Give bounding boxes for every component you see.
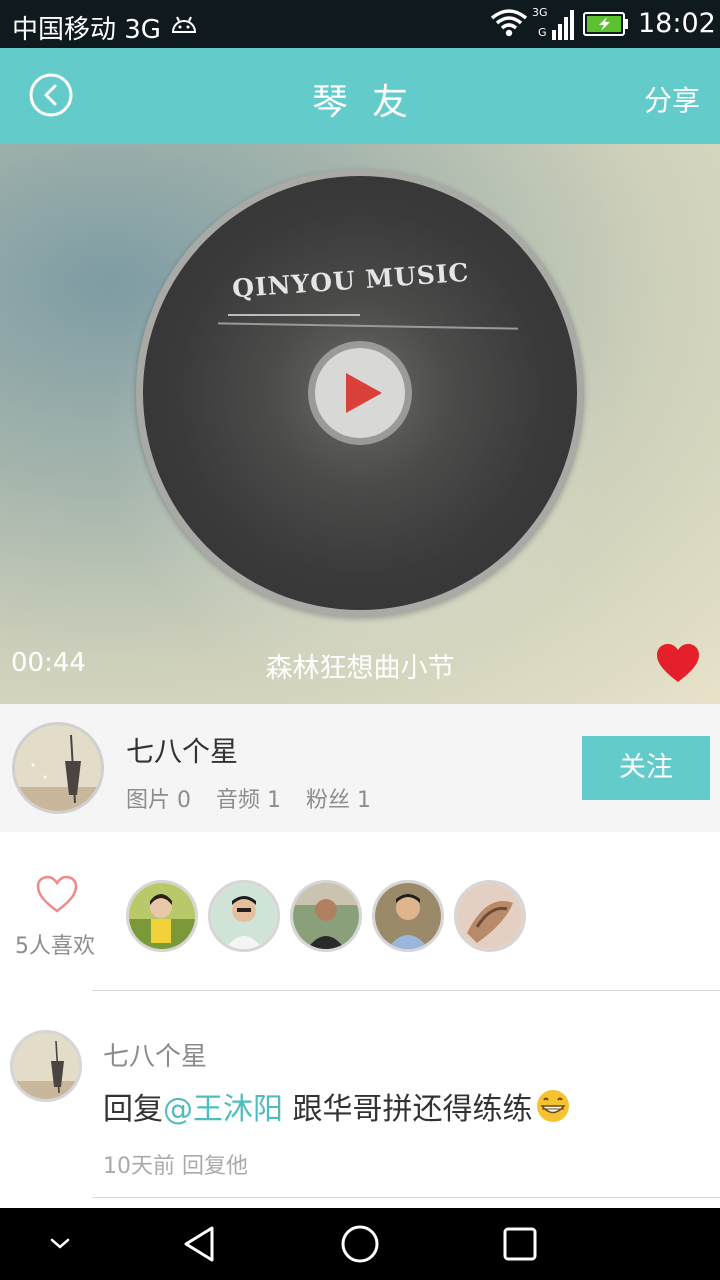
divider — [92, 1197, 720, 1198]
comment-mention-link[interactable]: @王沐阳 — [163, 1092, 283, 1127]
author-row: 七八个星 图片 0 音频 1 粉丝 1 关注 — [0, 704, 720, 832]
stat-photos: 图片 0 — [126, 788, 191, 813]
song-title: 森林狂想曲小节 — [265, 653, 455, 684]
disc-decoration-line — [228, 314, 360, 316]
liker-avatar-image — [211, 883, 277, 949]
share-button[interactable]: 分享 — [644, 79, 700, 119]
wifi-icon — [490, 9, 528, 37]
liker-avatar[interactable] — [290, 880, 362, 952]
app-header: 琴友 分享 — [0, 48, 720, 144]
liker-avatar[interactable] — [208, 880, 280, 952]
comment-body: 回复@王沐阳 跟华哥拼还得练练 — [103, 1084, 573, 1128]
network-g-label: G — [538, 26, 547, 39]
home-icon[interactable] — [340, 1224, 380, 1264]
author-name: 七八个星 — [126, 735, 239, 768]
signal-icon: 3G G — [532, 6, 574, 40]
liker-avatar[interactable] — [126, 880, 198, 952]
liker-avatar[interactable] — [454, 880, 526, 952]
stat-fans: 粉丝 1 — [306, 788, 371, 813]
system-nav-bar — [0, 1208, 720, 1280]
umbrella-avatar-image — [13, 1033, 79, 1099]
author-stats: 图片 0 音频 1 粉丝 1 — [126, 782, 389, 814]
likes-count-label: 5人喜欢 — [15, 934, 95, 959]
recents-icon[interactable] — [502, 1226, 538, 1262]
player-panel: QINYOU MUSIC 00:44 森林狂想曲小节 — [0, 144, 720, 704]
battery-charging-icon — [583, 12, 628, 36]
grinning-emoji-icon — [536, 1090, 569, 1122]
comment-prefix: 回复 — [103, 1092, 163, 1127]
android-icon — [171, 16, 197, 33]
divider — [92, 990, 720, 991]
back-icon[interactable] — [180, 1224, 220, 1264]
liker-avatar-image — [293, 883, 359, 949]
page-title: 琴友 — [311, 82, 432, 123]
avatar[interactable] — [12, 722, 104, 814]
like-outline-icon[interactable] — [35, 874, 79, 914]
follow-button[interactable]: 关注 — [582, 736, 710, 800]
umbrella-avatar-image — [15, 725, 101, 811]
play-icon — [346, 373, 382, 413]
liker-avatar-image — [375, 883, 441, 949]
network-3g-label: 3G — [532, 6, 548, 19]
liker-avatar-image — [457, 883, 523, 949]
likes-section: 5人喜欢 — [0, 832, 720, 990]
stat-audio: 音频 1 — [216, 788, 281, 813]
comment-author[interactable]: 七八个星 — [103, 1036, 207, 1073]
status-bar: 中国移动 3G 3G G 18:02 — [0, 0, 720, 48]
collapse-icon[interactable] — [48, 1234, 72, 1254]
comment-meta[interactable]: 10天前 回复他 — [103, 1148, 248, 1180]
like-heart-icon[interactable] — [655, 642, 701, 684]
comment-avatar[interactable] — [10, 1030, 82, 1102]
comment-text: 跟华哥拼还得练练 — [283, 1092, 533, 1127]
liker-avatar-image — [129, 883, 195, 949]
carrier-label: 中国移动 3G — [12, 15, 161, 45]
play-button[interactable] — [308, 341, 412, 445]
clock: 18:02 — [638, 8, 716, 39]
liker-avatar[interactable] — [372, 880, 444, 952]
